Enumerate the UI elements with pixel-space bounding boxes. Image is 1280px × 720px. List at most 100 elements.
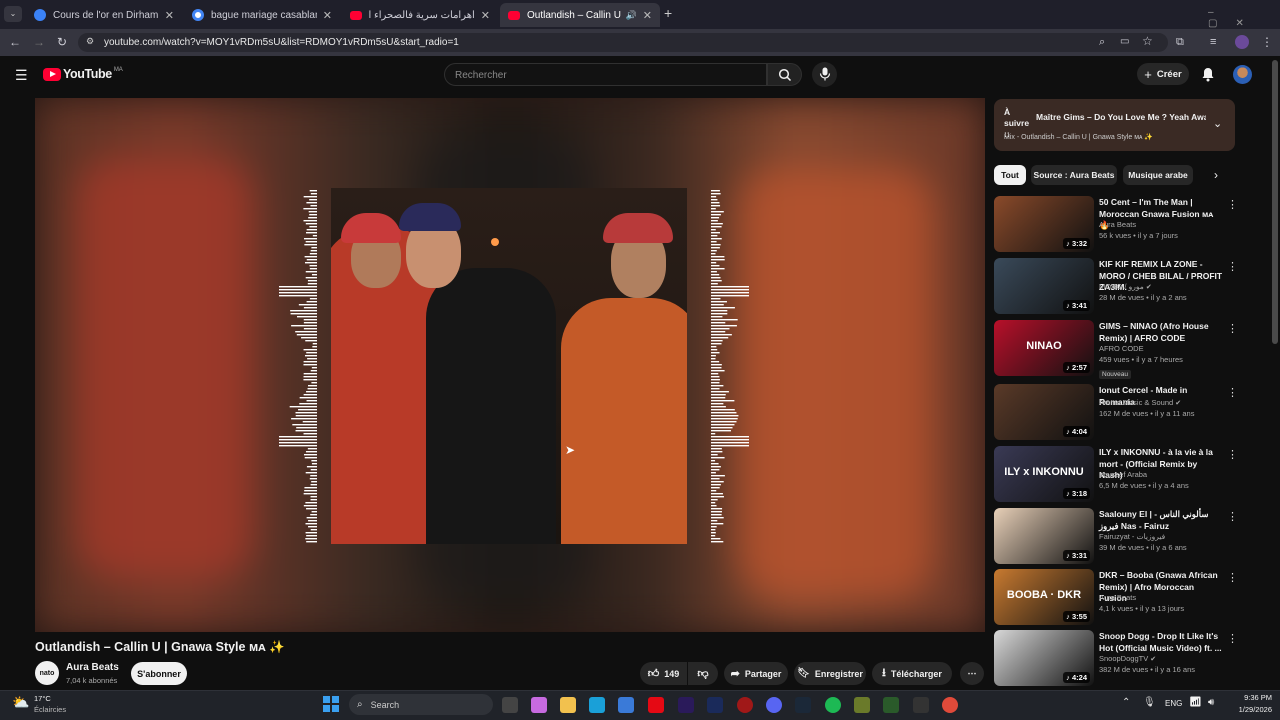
more-options-icon[interactable]: ⋮ <box>1227 510 1238 523</box>
app-olive-icon[interactable] <box>854 697 870 713</box>
premiere-icon[interactable] <box>678 697 694 713</box>
video-thumbnail[interactable]: NINAO ♪ 2:57 <box>994 320 1094 376</box>
browser-tab[interactable]: أهرامات سرية فالصحراء المغربية ✕ <box>342 3 498 27</box>
channel-name[interactable]: MORO / مورو ✔ <box>1099 282 1152 291</box>
scrollbar-thumb[interactable] <box>1272 60 1278 344</box>
extensions-icon[interactable]: ⧉ <box>1176 35 1184 49</box>
channel-name[interactable]: Amma Music & Sound ✔ <box>1099 398 1181 407</box>
more-options-icon[interactable]: ⋮ <box>1227 571 1238 584</box>
app-dark-icon[interactable] <box>913 697 929 713</box>
recommendation-item[interactable]: ♪ 4:04 Ionut Cercel - Made in Romania Amma… <box>994 384 1264 442</box>
more-options-icon[interactable]: ⋮ <box>1227 632 1238 645</box>
recommendation-item[interactable]: ILY x INKONNU ♪ 3:18 ILY x INKONNU - à la … <box>994 446 1264 504</box>
profile-avatar[interactable] <box>1235 35 1249 49</box>
tab-close-icon[interactable]: ✕ <box>481 9 490 22</box>
file-explorer-icon[interactable] <box>560 697 576 713</box>
search-button[interactable] <box>767 63 802 86</box>
create-button[interactable]: + Créer <box>1137 63 1189 85</box>
recommendation-item[interactable]: ♪ 3:31 Saalouny El | سألوني الناس - فيروز… <box>994 508 1264 566</box>
chip-all[interactable]: Tout <box>994 165 1026 185</box>
recommendation-item[interactable]: ♪ 3:41 KIF KIF REMIX LA ZONE - MORO / CHE… <box>994 258 1264 316</box>
browser-tab-active[interactable]: Outlandish – Callin U | Gnaw 🔊 ✕ <box>500 3 660 27</box>
clock-time[interactable]: 9:36 PM <box>1228 693 1272 702</box>
site-info-icon[interactable]: ⚙ <box>86 36 94 47</box>
voice-search-button[interactable] <box>812 62 837 87</box>
more-options-icon[interactable]: ⋮ <box>1227 260 1238 273</box>
store-icon[interactable] <box>618 697 634 713</box>
youtube-logo[interactable]: YouTube MA <box>43 67 123 81</box>
channel-name[interactable]: SnoopDoggTV ✔ <box>1099 654 1156 663</box>
channel-name[interactable]: AFRO CODE <box>1099 344 1144 353</box>
more-options-icon[interactable]: ⋮ <box>1227 198 1238 211</box>
weather-temperature[interactable]: 17°C <box>34 694 51 703</box>
recommendation-item[interactable]: NINAO ♪ 2:57 GIMS – NINAO (Afro House Remi… <box>994 320 1264 379</box>
recommendation-item[interactable]: ♪ 3:32 50 Cent – I'm The Man | Moroccan G… <box>994 196 1264 254</box>
video-title[interactable]: Saalouny El | سألوني الناس - فيروز Nas -… <box>1099 509 1223 532</box>
bookmark-star-icon[interactable]: ☆ <box>1142 34 1153 48</box>
steam-icon[interactable] <box>795 697 811 713</box>
channel-name[interactable]: Fairuzyat - فيروزيات <box>1099 532 1165 541</box>
back-arrow-icon[interactable]: ← <box>9 35 21 49</box>
channel-name[interactable]: Youssef Araba <box>1099 470 1147 479</box>
up-next-playlist-card[interactable]: À suivre :: Maître Gims – Do You Love Me… <box>994 99 1235 151</box>
share-button[interactable]: ➦ Partager <box>724 662 788 685</box>
browser-menu-icon[interactable]: ⋮ <box>1261 35 1273 49</box>
audio-playing-icon[interactable]: 🔊 <box>626 10 637 21</box>
video-thumbnail[interactable]: ♪ 3:32 <box>994 196 1094 252</box>
language-indicator[interactable]: ENG <box>1165 699 1182 708</box>
chrome-icon[interactable] <box>942 697 958 713</box>
chip-source[interactable]: Source : Aura Beats <box>1031 165 1117 185</box>
copilot-icon[interactable] <box>531 697 547 713</box>
edge-icon[interactable] <box>589 697 605 713</box>
app-red-icon[interactable] <box>737 697 753 713</box>
reload-icon[interactable]: ↻ <box>57 35 67 49</box>
more-options-icon[interactable]: ⋮ <box>1227 322 1238 335</box>
browser-tab[interactable]: bague mariage casablanca 24K ✕ <box>184 3 340 27</box>
video-title[interactable]: GIMS – NINAO (Afro House Remix) | AFRO C… <box>1099 321 1223 344</box>
cast-icon[interactable]: ▭ <box>1120 35 1129 49</box>
more-options-icon[interactable]: ⋮ <box>1227 386 1238 399</box>
media-controls-icon[interactable]: ≡ <box>1210 35 1216 49</box>
channel-avatar[interactable]: nato <box>35 661 59 685</box>
window-controls[interactable]: –▢✕ <box>1208 7 1280 29</box>
recommendation-item[interactable]: BOOBA · DKR ♪ 3:55 DKR – Booba (Gnawa Afri… <box>994 569 1264 627</box>
volume-icon[interactable]: 🔊︎ <box>1208 697 1214 708</box>
forward-arrow-icon[interactable]: → <box>33 35 45 49</box>
new-tab-button[interactable]: + <box>664 5 672 21</box>
photoshop-icon[interactable] <box>707 697 723 713</box>
spotify-icon[interactable] <box>825 697 841 713</box>
recommendation-item[interactable]: ♪ 4:24 Snoop Dogg - Drop It Like It's Hot… <box>994 630 1264 688</box>
tab-close-icon[interactable]: ✕ <box>165 9 174 22</box>
address-bar[interactable]: ⚙ youtube.com/watch?v=MOY1vRDm5sU&list=R… <box>78 33 1168 52</box>
tab-close-icon[interactable]: ✕ <box>323 9 332 22</box>
more-options-icon[interactable]: ⋮ <box>1227 448 1238 461</box>
tab-close-icon[interactable]: ✕ <box>643 9 652 22</box>
weather-icon[interactable]: ⛅ <box>12 694 29 711</box>
video-title[interactable]: Snoop Dogg - Drop It Like It's Hot (Offi… <box>1099 631 1223 654</box>
wifi-icon[interactable]: 📶︎ <box>1189 697 1202 708</box>
video-thumbnail[interactable]: ♪ 4:24 <box>994 630 1094 686</box>
channel-name[interactable]: Aura Beats <box>1099 220 1136 229</box>
discord-icon[interactable] <box>766 697 782 713</box>
account-avatar[interactable] <box>1233 65 1252 84</box>
save-button[interactable]: 🔖︎ Enregistrer <box>794 662 866 685</box>
browser-tab[interactable]: Cours de l'or en Dirham maroc ✕ <box>26 3 182 27</box>
microphone-tray-icon[interactable]: 🎙︎ <box>1143 697 1156 708</box>
video-thumbnail[interactable]: ♪ 4:04 <box>994 384 1094 440</box>
video-thumbnail[interactable]: ♪ 3:31 <box>994 508 1094 564</box>
chevron-up-icon[interactable]: ⌃ <box>1122 697 1130 708</box>
hamburger-menu-icon[interactable]: ☰ <box>15 67 28 84</box>
chevron-down-icon[interactable]: ⌄ <box>1213 117 1222 130</box>
search-input[interactable]: Rechercher <box>444 63 767 86</box>
start-button[interactable] <box>323 696 339 712</box>
like-button[interactable]: 👍︎ 149 <box>640 662 687 685</box>
tab-search-button[interactable]: ⌄ <box>4 6 22 22</box>
zoom-icon[interactable]: ⌕ <box>1099 35 1105 49</box>
more-actions-button[interactable]: ⋯ <box>960 662 984 685</box>
video-thumbnail[interactable]: ILY x INKONNU ♪ 3:18 <box>994 446 1094 502</box>
video-player[interactable]: ➤ <box>35 98 985 632</box>
taskbar-search[interactable]: ⌕ Search <box>349 694 493 715</box>
terminal-icon[interactable] <box>883 697 899 713</box>
task-view-icon[interactable] <box>502 697 518 713</box>
download-button[interactable]: ⭳ Télécharger <box>872 662 952 685</box>
